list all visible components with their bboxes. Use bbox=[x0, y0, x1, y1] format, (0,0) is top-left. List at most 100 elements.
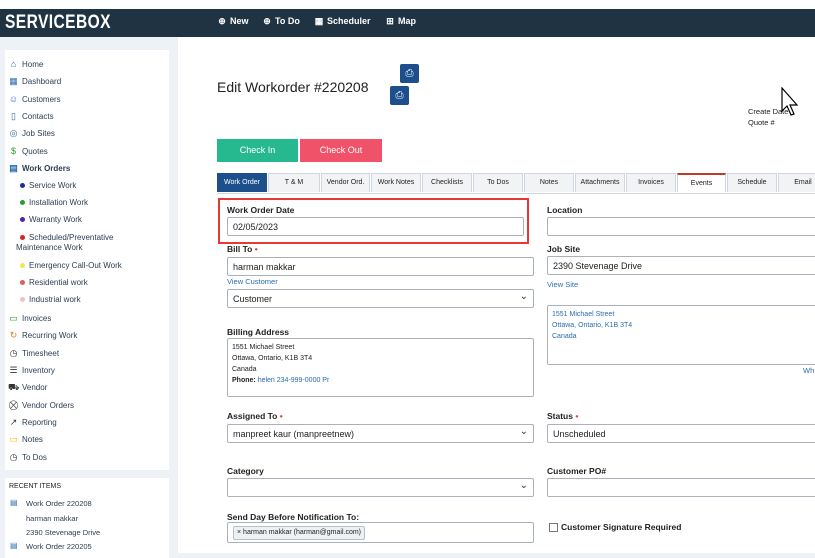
location-pin-icon: ◎ bbox=[9, 128, 18, 138]
site-city: Ottawa, Ontario, K1B 3T4 bbox=[552, 322, 633, 329]
browser-top-strip bbox=[0, 0, 815, 9]
mouse-cursor-icon bbox=[781, 87, 799, 116]
sidebar-item-label: Timesheet bbox=[22, 349, 60, 358]
status-select[interactable]: Unscheduled bbox=[547, 424, 815, 443]
recent-item-site: 2390 Stevenage Drive bbox=[26, 528, 101, 537]
recent-item-link[interactable]: Work Order 220205 bbox=[26, 542, 92, 551]
tab-work-order[interactable]: Work Order bbox=[217, 173, 267, 192]
billing-country: Canada bbox=[232, 366, 257, 373]
sidebar-sub-residential[interactable]: Residential work bbox=[20, 278, 88, 287]
sidebar-item-label: Quotes bbox=[22, 147, 48, 156]
customer-po-input[interactable] bbox=[547, 478, 815, 497]
nav-todo-label: To Do bbox=[275, 16, 300, 26]
tab-email[interactable]: Email bbox=[778, 173, 815, 192]
bill-to-text: Bill To bbox=[227, 244, 253, 254]
tab-invoices[interactable]: Invoices bbox=[626, 173, 676, 192]
app-logo[interactable]: SERVICEBOX bbox=[5, 12, 111, 34]
billing-address-label: Billing Address bbox=[227, 327, 290, 337]
assigned-to-value: manpreet kaur (manpreetnew) bbox=[233, 429, 355, 439]
tab-t-and-m[interactable]: T & M bbox=[268, 173, 320, 192]
billing-phone: Phone: helen 234-999-0000 Pr bbox=[232, 375, 529, 386]
tab-notes[interactable]: Notes bbox=[524, 173, 574, 192]
sidebar-item-label: Dashboard bbox=[22, 77, 62, 86]
print-button[interactable]: ⎙ bbox=[400, 64, 419, 83]
tab-attachments[interactable]: Attachments bbox=[575, 173, 625, 192]
check-out-button[interactable]: Check Out bbox=[300, 139, 382, 162]
bill-to-input[interactable]: harman makkar bbox=[227, 257, 534, 276]
sidebar-item-notes[interactable]: ▭ Notes bbox=[8, 434, 43, 445]
nav-scheduler[interactable]: ▦ Scheduler bbox=[314, 16, 371, 26]
view-customer-link[interactable]: View Customer bbox=[227, 277, 278, 286]
sidebar-item-vendor-orders[interactable]: ⛒ Vendor Orders bbox=[8, 400, 74, 411]
view-site-link[interactable]: View Site bbox=[547, 280, 578, 289]
color-dot-icon bbox=[20, 235, 25, 240]
required-marker: • bbox=[575, 411, 579, 421]
nav-map[interactable]: ⊞ Map bbox=[385, 16, 416, 26]
sidebar-item-work-orders[interactable]: ▤ Work Orders bbox=[8, 163, 70, 174]
nav-todo[interactable]: ⊕ To Do bbox=[262, 16, 300, 26]
customer-type-select[interactable]: Customer bbox=[227, 287, 534, 308]
sidebar-item-todos[interactable]: ◷ To Dos bbox=[8, 452, 47, 463]
sidebar-item-home[interactable]: ⌂ Home bbox=[8, 59, 44, 70]
plus-circle-icon: ⊕ bbox=[263, 16, 271, 26]
chip-remove-icon[interactable]: × bbox=[237, 529, 241, 536]
sidebar-sub-installation-work[interactable]: Installation Work bbox=[20, 198, 88, 207]
job-site-input[interactable]: 2390 Stevenage Drive bbox=[547, 256, 815, 275]
site-country: Canada bbox=[552, 333, 577, 340]
sidebar-item-label: Home bbox=[22, 60, 44, 69]
assigned-to-text: Assigned To bbox=[227, 411, 278, 421]
sidebar-sub-industrial[interactable]: Industrial work bbox=[20, 295, 81, 304]
sidebar-item-inventory[interactable]: ☰ Inventory bbox=[8, 365, 54, 376]
sidebar-sub-label: Service Work bbox=[29, 181, 77, 190]
sidebar-item-reporting[interactable]: ↗ Reporting bbox=[8, 417, 57, 428]
phone-value[interactable]: helen 234-999-0000 Pr bbox=[258, 377, 330, 384]
assigned-to-label: Assigned To • bbox=[227, 411, 283, 421]
tab-checklists[interactable]: Checklists bbox=[422, 173, 472, 192]
notification-input[interactable]: × harman makkar (harman@gmail.com) bbox=[227, 522, 534, 543]
notification-label: Send Day Before Notification To: bbox=[227, 512, 360, 522]
sidebar-item-customers[interactable]: ☺ Customers bbox=[8, 94, 61, 105]
sidebar-item-recurring-work[interactable]: ↻ Recurring Work bbox=[8, 330, 78, 341]
category-label: Category bbox=[227, 466, 264, 476]
tab-bar: Work Order T & M Vendor Ord. Work Notes … bbox=[217, 173, 815, 193]
tab-events[interactable]: Events bbox=[677, 173, 726, 192]
sidebar-item-timesheet[interactable]: ◷ Timesheet bbox=[8, 348, 60, 359]
highlight-box bbox=[218, 198, 529, 244]
tab-work-notes[interactable]: Work Notes bbox=[371, 173, 421, 192]
sidebar-sub-scheduled-maintenance-line2[interactable]: Maintenance Work bbox=[16, 243, 83, 252]
recurring-icon: ↻ bbox=[9, 330, 18, 340]
tab-vendor-orders[interactable]: Vendor Ord. bbox=[321, 173, 370, 192]
sidebar-item-vendor[interactable]: ⛟ Vendor bbox=[8, 382, 47, 393]
sidebar-item-dashboard[interactable]: ▦ Dashboard bbox=[8, 76, 61, 87]
recent-item-link[interactable]: Work Order 220208 bbox=[26, 499, 92, 508]
sidebar-item-job-sites[interactable]: ◎ Job Sites bbox=[8, 128, 55, 139]
signature-checkbox[interactable] bbox=[549, 523, 558, 532]
tab-divider bbox=[217, 193, 815, 194]
recipient-chip[interactable]: × harman makkar (harman@gmail.com) bbox=[233, 526, 366, 540]
tab-todos[interactable]: To Dos bbox=[473, 173, 523, 192]
sidebar-sub-service-work[interactable]: Service Work bbox=[20, 181, 76, 190]
sidebar-item-contacts[interactable]: ▯ Contacts bbox=[8, 111, 54, 122]
tab-schedule[interactable]: Schedule bbox=[727, 173, 777, 192]
sidebar-sub-scheduled-maintenance[interactable]: Scheduled/Preventative bbox=[20, 233, 114, 242]
color-dot-icon bbox=[20, 297, 25, 302]
sidebar-sub-emergency[interactable]: Emergency Call-Out Work bbox=[20, 261, 122, 270]
sidebar-item-invoices[interactable]: ▭ Invoices bbox=[8, 313, 51, 324]
sidebar-item-label: To Dos bbox=[22, 453, 47, 462]
invoice-icon: ▭ bbox=[9, 313, 18, 323]
print-alt-button[interactable]: ⎙ bbox=[390, 86, 409, 105]
category-select[interactable] bbox=[227, 476, 534, 497]
calendar-icon: ▦ bbox=[314, 16, 324, 26]
signature-label: Customer Signature Required bbox=[561, 522, 682, 532]
nav-new[interactable]: ⊕ New bbox=[217, 16, 248, 26]
wh-link[interactable]: Wh bbox=[803, 366, 814, 375]
job-site-label: Job Site bbox=[547, 244, 581, 254]
site-address-box: 1551 Michael Street Ottawa, Ontario, K1B… bbox=[547, 305, 815, 365]
assigned-to-select[interactable]: manpreet kaur (manpreetnew) bbox=[227, 422, 534, 443]
nav-map-label: Map bbox=[398, 16, 416, 26]
sidebar-sub-warranty-work[interactable]: Warranty Work bbox=[20, 215, 82, 224]
check-in-button[interactable]: Check In bbox=[217, 139, 298, 162]
truck-icon: ⛟ bbox=[8, 382, 20, 392]
sidebar-item-quotes[interactable]: $ Quotes bbox=[8, 146, 48, 157]
location-input[interactable] bbox=[547, 217, 815, 236]
